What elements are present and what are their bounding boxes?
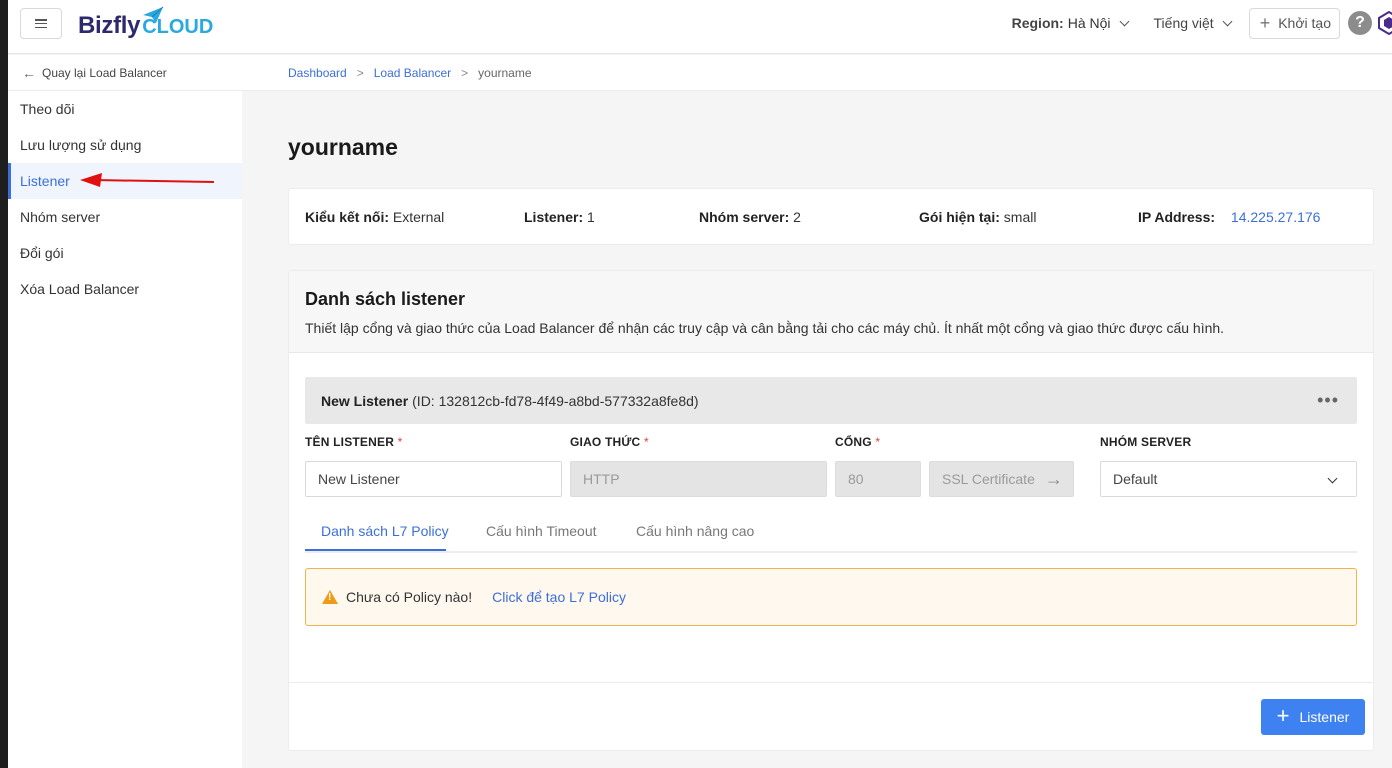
protocol-label-text: GIAO THỨC xyxy=(570,435,641,449)
server-group-select[interactable]: Default xyxy=(1100,461,1357,497)
required-mark: * xyxy=(875,435,881,449)
breadcrumb-separator: > xyxy=(461,65,469,80)
info-listener-label: Listener: xyxy=(524,209,584,225)
no-policy-alert: Chưa có Policy nào! Click để tạo L7 Poli… xyxy=(305,568,1357,626)
add-listener-label: Listener xyxy=(1299,709,1350,725)
top-header: Bizfly CLOUD Region: Hà Nội Tiếng việt +… xyxy=(8,0,1392,54)
listener-tabs: Danh sách L7 Policy Cấu hình Timeout Cấu… xyxy=(305,511,1357,553)
region-label: Region: xyxy=(1011,15,1064,31)
info-plan-value: small xyxy=(1003,209,1037,225)
load-balancer-info-card: Kiểu kết nối: External Listener: 1 Nhóm … xyxy=(288,188,1374,245)
ssl-certificate-button[interactable]: SSL Certificate → xyxy=(929,461,1074,497)
info-server-group-count: Nhóm server: 2 xyxy=(699,209,801,225)
language-selector[interactable]: Tiếng việt xyxy=(1153,15,1233,31)
info-connection-type: Kiểu kết nối: External xyxy=(305,209,444,225)
more-options-icon[interactable]: ••• xyxy=(1317,391,1339,409)
red-annotation-arrow-icon xyxy=(80,173,215,187)
sidebar-item-server-group[interactable]: Nhóm server xyxy=(8,199,242,235)
create-l7-policy-link[interactable]: Click để tạo L7 Policy xyxy=(492,589,626,605)
alert-text: Chưa có Policy nào! xyxy=(346,589,473,605)
info-connection-type-value: External xyxy=(392,209,445,225)
listener-id: (ID: 132812cb-fd78-4f49-a8bd-577332a8fe8… xyxy=(412,392,699,409)
chevron-down-icon xyxy=(1222,16,1233,26)
required-mark: * xyxy=(643,435,649,449)
warning-icon xyxy=(322,590,338,604)
region-selector[interactable]: Region: Hà Nội xyxy=(1011,15,1129,31)
create-button[interactable]: + Khởi tạo xyxy=(1248,7,1340,39)
listener-section-title: Danh sách listener xyxy=(305,289,466,309)
info-group-label: Nhóm server: xyxy=(699,209,790,225)
card-footer-divider xyxy=(289,682,1373,683)
plus-icon: + xyxy=(1259,13,1271,33)
active-tab-indicator xyxy=(305,549,446,551)
breadcrumb-separator: > xyxy=(356,65,364,80)
info-plan-label: Gói hiện tại: xyxy=(919,209,1000,225)
listener-list-card: Danh sách listener Thiết lập cổng và gia… xyxy=(288,270,1374,751)
menu-toggle-button[interactable] xyxy=(20,8,62,39)
language-value: Tiếng việt xyxy=(1153,15,1214,31)
info-listener-value: 1 xyxy=(587,209,595,225)
listener-name-input[interactable]: New Listener xyxy=(305,461,562,497)
chevron-down-icon xyxy=(1119,16,1129,26)
server-group-label: NHÓM SERVER xyxy=(1100,435,1192,449)
arrow-left-icon: ← xyxy=(22,64,36,81)
help-icon[interactable]: ? xyxy=(1348,11,1372,35)
sidebar: ← Quay lại Load Balancer Theo dõi Lưu lư… xyxy=(8,55,242,768)
sidebar-item-monitoring[interactable]: Theo dõi xyxy=(8,91,242,127)
info-listener-count: Listener: 1 xyxy=(524,209,595,225)
ssl-certificate-label: SSL Certificate xyxy=(942,471,1035,487)
app-switcher-icon[interactable] xyxy=(1378,11,1392,35)
info-ip-label: IP Address: xyxy=(1138,209,1216,225)
required-mark: * xyxy=(397,435,403,449)
hamburger-icon xyxy=(35,19,47,28)
back-to-load-balancer-link[interactable]: ← Quay lại Load Balancer xyxy=(8,55,242,91)
listener-section-header: Danh sách listener Thiết lập cổng và gia… xyxy=(289,271,1373,353)
listener-name-label: TÊN LISTENER * xyxy=(305,435,403,449)
breadcrumb-load-balancer[interactable]: Load Balancer xyxy=(374,66,451,80)
info-group-value: 2 xyxy=(793,209,801,225)
port-input[interactable]: 80 xyxy=(835,461,921,497)
listener-name-label-text: TÊN LISTENER xyxy=(305,435,395,449)
info-ip-address: IP Address: 14.225.27.176 xyxy=(1138,209,1320,225)
sidebar-item-delete-load-balancer[interactable]: Xóa Load Balancer xyxy=(8,271,242,307)
port-label: CỔNG * xyxy=(835,435,880,449)
bizfly-logo[interactable]: Bizfly CLOUD xyxy=(78,6,213,44)
breadcrumb-dashboard[interactable]: Dashboard xyxy=(288,66,347,80)
page-title: yourname xyxy=(288,134,398,160)
breadcrumb-current: yourname xyxy=(478,65,532,80)
protocol-select[interactable]: HTTP xyxy=(570,461,827,497)
port-label-text: CỔNG xyxy=(835,435,872,449)
listener-name: New Listener xyxy=(321,392,409,409)
plus-icon: + xyxy=(1276,703,1290,728)
logo-main-text: Bizfly xyxy=(78,12,141,39)
arrow-right-icon: → xyxy=(1044,468,1063,489)
breadcrumb: Dashboard > Load Balancer > yourname xyxy=(242,55,1392,91)
app-window: Bizfly CLOUD Region: Hà Nội Tiếng việt +… xyxy=(8,0,1392,768)
sidebar-item-usage[interactable]: Lưu lượng sử dụng xyxy=(8,127,242,163)
tab-l7-policy-list[interactable]: Danh sách L7 Policy xyxy=(321,523,449,539)
chevron-down-icon xyxy=(1327,473,1338,484)
info-ip-value[interactable]: 14.225.27.176 xyxy=(1231,209,1321,225)
add-listener-button[interactable]: + Listener xyxy=(1261,699,1365,735)
back-label: Quay lại Load Balancer xyxy=(42,65,167,80)
tab-advanced-config[interactable]: Cấu hình nâng cao xyxy=(636,523,754,539)
tab-timeout-config[interactable]: Cấu hình Timeout xyxy=(486,523,597,539)
listener-item-header[interactable]: New Listener (ID: 132812cb-fd78-4f49-a8b… xyxy=(305,377,1357,424)
info-connection-type-label: Kiểu kết nối: xyxy=(305,209,390,225)
region-value: Hà Nội xyxy=(1067,15,1111,31)
listener-section-description: Thiết lập cổng và giao thức của Load Bal… xyxy=(305,320,1225,336)
info-current-plan: Gói hiện tại: small xyxy=(919,209,1036,225)
header-right: Region: Hà Nội Tiếng việt + Khởi tạo ? xyxy=(1012,0,1392,46)
protocol-label: GIAO THỨC * xyxy=(570,435,649,449)
paper-plane-icon xyxy=(143,6,164,23)
create-label: Khởi tạo xyxy=(1278,15,1331,31)
sidebar-item-change-plan[interactable]: Đổi gói xyxy=(8,235,242,271)
server-group-value: Default xyxy=(1113,471,1158,487)
